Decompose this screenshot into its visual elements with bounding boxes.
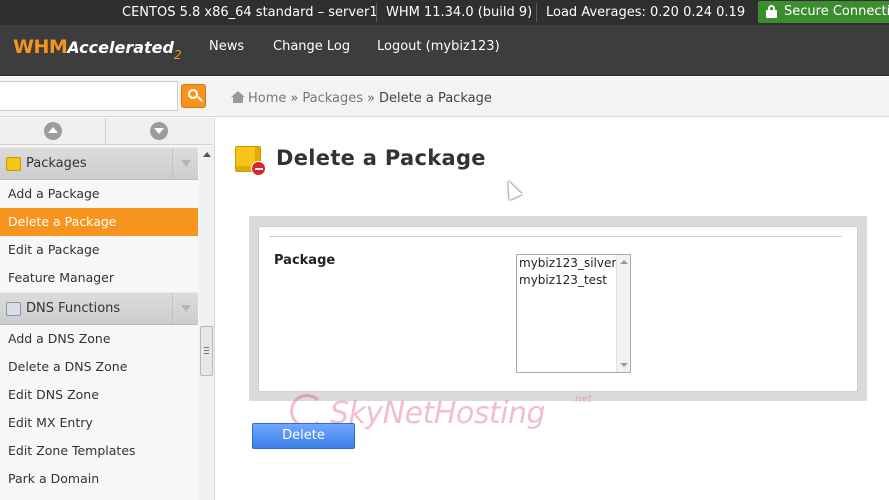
search-button[interactable]: [181, 84, 206, 108]
sidebar-category-dns-functions[interactable]: DNS Functions: [0, 292, 198, 325]
arrow-up-icon: [44, 122, 62, 140]
mouse-cursor-icon: [501, 177, 523, 201]
home-icon[interactable]: [231, 91, 245, 103]
arrow-down-icon: [150, 122, 168, 140]
sidebar-item-delete-dns-zone[interactable]: Delete a DNS Zone: [0, 353, 198, 381]
load-averages: Load Averages: 0.20 0.24 0.19: [546, 5, 746, 20]
watermark-text: SkyNetHosting: [330, 396, 546, 431]
logo-whm: WHM: [13, 36, 68, 58]
divider: [269, 236, 842, 237]
sidebar-item-feature-manager[interactable]: Feature Manager: [0, 264, 198, 292]
sidebar-item-edit-zone-templates[interactable]: Edit Zone Templates: [0, 437, 198, 465]
breadcrumb-separator: »: [367, 91, 375, 106]
sidebar-scroll-down[interactable]: [106, 118, 212, 145]
sidebar-scrollbar[interactable]: [199, 146, 214, 500]
delete-package-icon: [235, 146, 267, 176]
sidebar-item-edit-dns-zone[interactable]: Edit DNS Zone: [0, 381, 198, 409]
package-label: Package: [274, 253, 336, 268]
listbox-scrollbar[interactable]: [616, 255, 630, 372]
package-icon: [6, 157, 21, 171]
search-input[interactable]: [0, 81, 178, 111]
server-info: CENTOS 5.8 x86_64 standard – server1: [122, 5, 378, 20]
scrollbar-thumb[interactable]: [200, 326, 213, 376]
category-label: Packages: [26, 156, 87, 171]
status-bar: CENTOS 5.8 x86_64 standard – server1 WHM…: [0, 0, 889, 25]
sidebar-menu: Packages Add a Package Delete a Package …: [0, 147, 198, 493]
category-label: DNS Functions: [26, 301, 121, 316]
sidebar-item-delete-package[interactable]: Delete a Package: [0, 208, 198, 236]
sidebar-scroll-controls: [0, 118, 213, 145]
sidebar-scroll-up[interactable]: [0, 118, 106, 145]
logo-number: 2: [173, 48, 182, 62]
top-navigation: WHMAccelerated2 News Change Log Logout (…: [0, 25, 889, 76]
page-title: Delete a Package: [276, 146, 486, 170]
logo-accelerated: Accelerated: [67, 38, 174, 57]
delete-package-form: Package mybiz123_silver mybiz123_test: [258, 226, 858, 392]
whm-version: WHM 11.34.0 (build 9): [386, 5, 533, 20]
sidebar-item-edit-mx-entry[interactable]: Edit MX Entry: [0, 409, 198, 437]
chevron-down-icon[interactable]: [172, 293, 198, 324]
divider: [376, 3, 377, 22]
divider: [536, 3, 537, 22]
sidebar-item-add-package[interactable]: Add a Package: [0, 180, 198, 208]
breadcrumb-packages[interactable]: Packages: [302, 91, 363, 106]
scroll-up-arrow-icon[interactable]: [203, 152, 211, 157]
breadcrumb-separator: »: [290, 91, 299, 106]
breadcrumb: Home» Packages» Delete a Package: [231, 77, 492, 117]
scroll-down-arrow-icon[interactable]: [620, 363, 628, 367]
dns-icon: [6, 302, 21, 316]
watermark-suffix: .net: [572, 394, 592, 405]
package-select[interactable]: mybiz123_silver mybiz123_test: [516, 254, 631, 373]
sidebar: Packages Add a Package Delete a Package …: [0, 118, 215, 500]
chevron-down-icon[interactable]: [172, 148, 198, 179]
scroll-up-arrow-icon[interactable]: [620, 260, 628, 264]
delete-button[interactable]: Delete: [252, 423, 355, 449]
sidebar-category-packages[interactable]: Packages: [0, 147, 198, 180]
lock-icon: [766, 5, 777, 18]
search-breadcrumb-row: Home» Packages» Delete a Package: [0, 77, 889, 117]
nav-change-log[interactable]: Change Log: [273, 39, 350, 54]
package-option[interactable]: mybiz123_test: [517, 272, 630, 289]
sidebar-item-edit-package[interactable]: Edit a Package: [0, 236, 198, 264]
sidebar-item-park-domain[interactable]: Park a Domain: [0, 465, 198, 493]
secure-connection-badge[interactable]: Secure Connection: [758, 1, 889, 23]
sidebar-item-add-dns-zone[interactable]: Add a DNS Zone: [0, 325, 198, 353]
nav-news[interactable]: News: [209, 39, 244, 54]
whm-logo[interactable]: WHMAccelerated2: [13, 36, 182, 62]
breadcrumb-home[interactable]: Home: [248, 91, 286, 106]
breadcrumb-current: Delete a Package: [379, 91, 492, 106]
package-option[interactable]: mybiz123_silver: [517, 255, 630, 272]
nav-logout[interactable]: Logout (mybiz123): [377, 39, 500, 54]
secure-connection-label: Secure Connection: [784, 4, 889, 19]
